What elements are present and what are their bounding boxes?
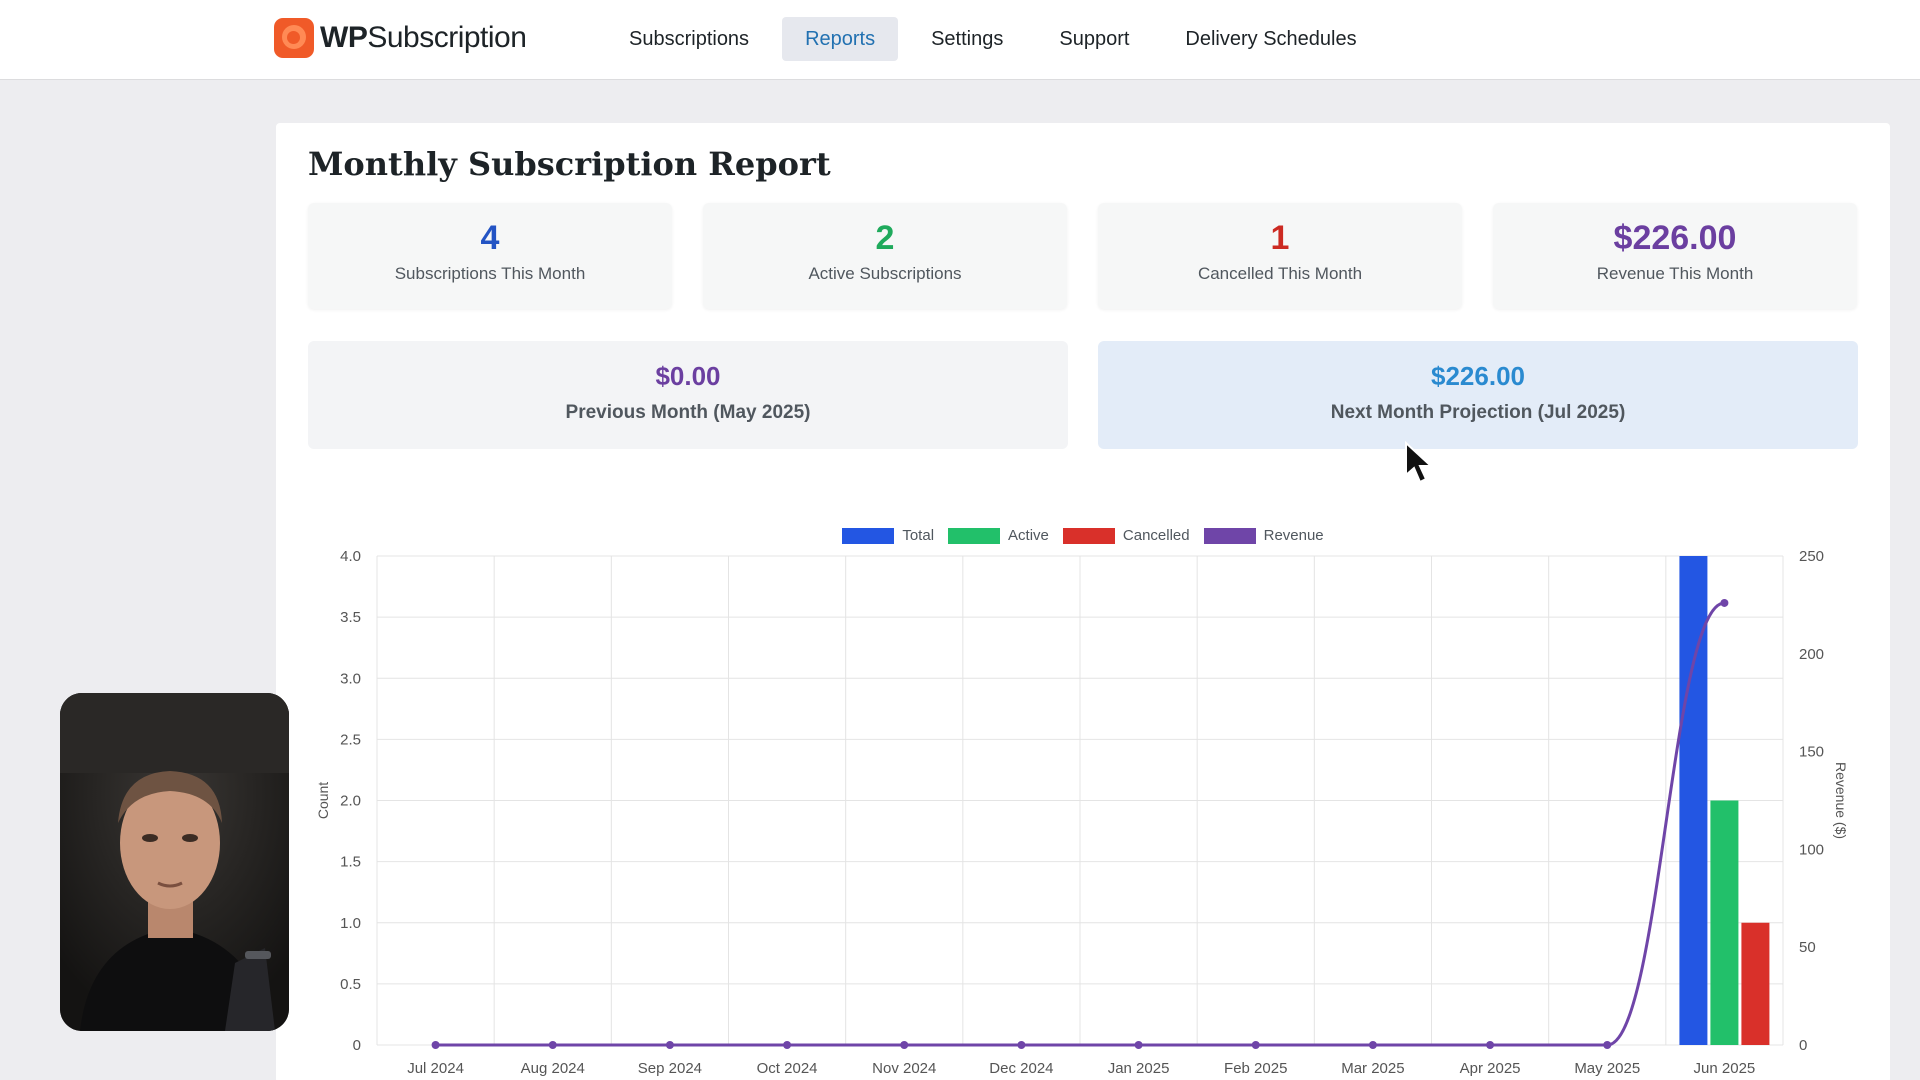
x-tick-label: Sep 2024 xyxy=(638,1060,702,1077)
x-tick-label: Jul 2024 xyxy=(407,1060,464,1077)
y-tick-label: 3.0 xyxy=(340,670,361,687)
x-tick-label: Dec 2024 xyxy=(989,1060,1053,1077)
x-tick-label: Apr 2025 xyxy=(1460,1060,1521,1077)
bar-active-jun-2025 xyxy=(1710,800,1739,1045)
logo-icon xyxy=(274,18,314,58)
subscription-chart: 0 0.5 1.0 1.5 2.0 2.5 3.0 3.5 4.0 0 50 100 150 200 250… xyxy=(315,548,1849,1077)
y-tick-label: 0 xyxy=(353,1037,361,1054)
presenter-video-frame xyxy=(60,693,289,1031)
nav-reports[interactable]: Reports xyxy=(782,17,899,61)
report-card: Monthly Subscription Report 4 Subscripti… xyxy=(276,123,1890,1080)
revenue-point-apr-2025 xyxy=(1486,1041,1495,1049)
y-tick-label: 1.0 xyxy=(340,915,361,932)
revenue-point-aug-2024 xyxy=(548,1041,557,1049)
y2-tick-label: 0 xyxy=(1799,1037,1807,1054)
revenue-point-jan-2025 xyxy=(1134,1041,1143,1049)
nav-support[interactable]: Support xyxy=(1036,17,1152,61)
nav-settings[interactable]: Settings xyxy=(908,17,1026,61)
revenue-point-oct-2024 xyxy=(783,1041,792,1049)
revenue-point-jul-2024 xyxy=(431,1041,440,1049)
x-tick-label: Aug 2024 xyxy=(521,1060,585,1077)
brand-logo[interactable]: WPSubscription xyxy=(274,18,527,58)
y-tick-label: 0.5 xyxy=(340,976,361,993)
nav-delivery-schedules[interactable]: Delivery Schedules xyxy=(1162,17,1379,61)
x-tick-label: Nov 2024 xyxy=(872,1060,936,1077)
main-nav: Subscriptions Reports Settings Support D… xyxy=(606,17,1380,61)
revenue-point-mar-2025 xyxy=(1368,1041,1377,1049)
presenter-webcam-overlay xyxy=(60,693,289,1031)
bar-cancelled-jun-2025 xyxy=(1741,922,1770,1045)
y2-tick-label: 100 xyxy=(1799,841,1824,858)
revenue-point-nov-2024 xyxy=(900,1041,909,1049)
y2-tick-label: 250 xyxy=(1799,548,1824,565)
y2-axis-title: Revenue ($) xyxy=(1833,762,1849,839)
top-navigation-bar: WPSubscription Subscriptions Reports Set… xyxy=(0,0,1920,80)
y-axis-title: Count xyxy=(315,782,331,819)
y2-tick-label: 150 xyxy=(1799,744,1824,761)
y-tick-label: 2.0 xyxy=(340,793,361,810)
y2-tick-label: 200 xyxy=(1799,646,1824,663)
brand-name-rest: Subscription xyxy=(367,21,527,54)
y-tick-label: 3.5 xyxy=(340,609,361,626)
revenue-point-sep-2024 xyxy=(665,1041,674,1049)
brand-name: WPSubscription xyxy=(320,21,527,55)
revenue-point-may-2025 xyxy=(1603,1041,1612,1049)
x-tick-label: May 2025 xyxy=(1574,1060,1640,1077)
x-tick-label: Feb 2025 xyxy=(1224,1060,1287,1077)
nav-subscriptions[interactable]: Subscriptions xyxy=(606,17,772,61)
mouse-cursor-icon xyxy=(1405,441,1434,484)
revenue-point-feb-2025 xyxy=(1251,1041,1260,1049)
brand-name-bold: WP xyxy=(320,21,368,54)
y-tick-label: 2.5 xyxy=(340,731,361,748)
revenue-point-jun-2025 xyxy=(1720,598,1729,607)
revenue-point-dec-2024 xyxy=(1017,1041,1026,1049)
x-tick-label: Jan 2025 xyxy=(1108,1060,1170,1077)
y-tick-label: 4.0 xyxy=(340,548,361,565)
y-tick-label: 1.5 xyxy=(340,854,361,871)
x-tick-label: Mar 2025 xyxy=(1341,1060,1404,1077)
x-tick-label: Jun 2025 xyxy=(1694,1060,1756,1077)
x-tick-label: Oct 2024 xyxy=(757,1060,818,1077)
y2-tick-label: 50 xyxy=(1799,939,1816,956)
